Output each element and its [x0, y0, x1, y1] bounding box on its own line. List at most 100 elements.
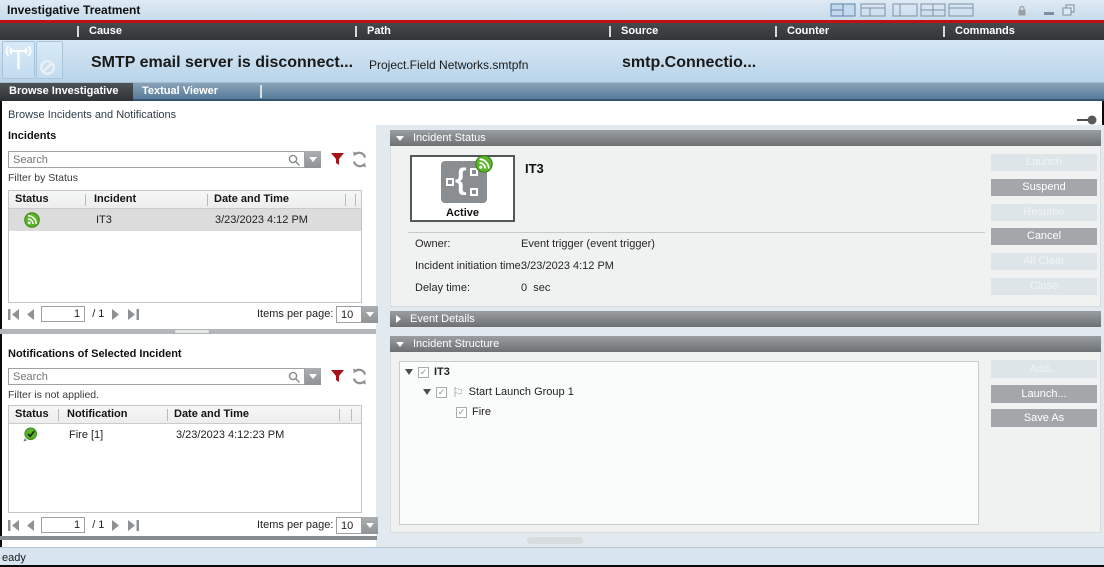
notifications-table-header: Status Notification Date and Time	[9, 406, 361, 424]
title-bar: Investigative Treatment	[0, 0, 1104, 20]
notifications-items-per-page-dropdown[interactable]	[362, 517, 378, 534]
layout-quad-icon[interactable]	[920, 3, 946, 17]
tree-row-group[interactable]: ✓ ⚐ Start Launch Group 1	[423, 385, 574, 399]
divider	[408, 232, 985, 233]
tree-expander-icon[interactable]	[405, 369, 413, 375]
blocked-state-button[interactable]	[36, 41, 63, 79]
all-clear-button[interactable]: All Clear	[991, 253, 1097, 270]
column-counter: Counter	[787, 25, 829, 37]
initiation-time-value: 3/23/2023 4:12 PM	[521, 260, 614, 272]
column-separator	[943, 26, 945, 37]
incidents-page-input[interactable]	[41, 306, 85, 322]
collapse-icon	[396, 136, 404, 141]
tree-expander-icon[interactable]	[423, 389, 431, 395]
last-page-icon[interactable]	[127, 520, 139, 531]
incident-status-header-label: Incident Status	[413, 132, 486, 144]
splitter-grip[interactable]	[175, 330, 209, 333]
panel-splitter[interactable]	[0, 329, 376, 334]
first-page-icon[interactable]	[8, 309, 20, 320]
breadcrumb: Browse Incidents and Notifications	[8, 109, 176, 121]
incidents-items-per-page-dropdown[interactable]	[362, 306, 378, 323]
cancel-button[interactable]: Cancel	[991, 228, 1097, 245]
incidents-search-dropdown-button[interactable]	[305, 151, 321, 168]
header-separator	[207, 194, 208, 206]
tab-bar: Browse Investigative Textual Viewer	[0, 83, 1104, 101]
save-as-button[interactable]: Save As	[991, 409, 1097, 427]
launch-button[interactable]: Launch	[991, 154, 1097, 171]
incidents-items-per-page-value[interactable]: 10	[336, 306, 362, 323]
resume-button[interactable]: Resume	[991, 204, 1097, 221]
incidents-pager: / 1 Items per page: 10	[8, 306, 376, 323]
header-separator	[351, 409, 352, 421]
incident-type-button[interactable]	[2, 41, 35, 79]
status-text: eady	[2, 552, 26, 564]
header-separator	[58, 409, 59, 421]
incidents-search-input[interactable]	[9, 152, 304, 167]
tab-textual-viewer[interactable]: Textual Viewer	[133, 83, 228, 101]
notifications-col-status[interactable]: Status	[15, 408, 49, 420]
notifications-items-per-page-value[interactable]: 10	[336, 517, 362, 534]
prev-page-icon[interactable]	[26, 520, 35, 531]
incident-state-label: Active	[412, 207, 513, 219]
prev-page-icon[interactable]	[26, 309, 35, 320]
blocked-icon	[39, 59, 56, 76]
tree-checkbox[interactable]: ✓	[456, 407, 467, 418]
next-page-icon[interactable]	[111, 520, 120, 531]
incidents-col-incident[interactable]: Incident	[94, 193, 136, 205]
tree-checkbox[interactable]: ✓	[418, 367, 429, 378]
tree-row-incident[interactable]: ✓ IT3	[405, 365, 450, 379]
minimize-icon[interactable]	[1044, 12, 1054, 15]
incident-name-cell: IT3	[96, 214, 112, 226]
close-button[interactable]: Close	[991, 278, 1097, 295]
next-page-icon[interactable]	[111, 309, 120, 320]
launch-dialog-button[interactable]: Launch...	[991, 385, 1097, 403]
notifications-col-datetime[interactable]: Date and Time	[174, 408, 249, 420]
expand-icon	[396, 315, 401, 323]
incidents-page-total: / 1	[92, 308, 104, 320]
add-button[interactable]: Add...	[991, 360, 1097, 378]
incidents-col-status[interactable]: Status	[15, 193, 49, 205]
header-separator	[85, 194, 86, 206]
antenna-icon	[3, 42, 34, 76]
notifications-refresh-icon[interactable]	[351, 368, 368, 385]
column-separator	[77, 26, 79, 37]
restore-icon[interactable]	[1062, 4, 1075, 16]
tree-checkbox[interactable]: ✓	[436, 387, 447, 398]
first-page-icon[interactable]	[8, 520, 20, 531]
suspend-button[interactable]: Suspend	[991, 179, 1097, 196]
incident-structure-header[interactable]: Incident Structure	[390, 336, 1101, 352]
notifications-search-dropdown-button[interactable]	[305, 368, 321, 385]
collapse-icon	[396, 342, 404, 347]
scrollbar-grip[interactable]	[527, 537, 583, 544]
notifications-col-notification[interactable]: Notification	[67, 408, 128, 420]
incident-state-box: { Active	[410, 155, 515, 222]
brace-glyph: {	[455, 163, 467, 197]
column-separator	[775, 26, 777, 37]
incidents-refresh-icon[interactable]	[351, 151, 368, 168]
incident-status-header[interactable]: Incident Status	[390, 130, 1101, 146]
notifications-filter-icon[interactable]	[331, 370, 345, 383]
banner-source: smtp.Connectio...	[622, 54, 756, 72]
tree-label: IT3	[434, 366, 450, 378]
event-details-header[interactable]: Event Details	[390, 311, 1101, 327]
tree-row-notification[interactable]: ✓ Fire	[456, 405, 491, 419]
tab-browse-investigative[interactable]: Browse Investigative	[0, 83, 133, 101]
incident-row[interactable]: IT3 3/23/2023 4:12 PM	[9, 209, 361, 231]
incidents-col-datetime[interactable]: Date and Time	[214, 193, 289, 205]
notifications-filter-note: Filter is not applied.	[8, 389, 99, 401]
delay-time-label: Delay time:	[415, 282, 470, 294]
header-separator	[355, 194, 356, 206]
layout-single-icon[interactable]	[948, 3, 974, 17]
last-page-icon[interactable]	[127, 309, 139, 320]
incidents-search-box	[8, 151, 305, 168]
incidents-filter-icon[interactable]	[331, 153, 345, 166]
layout-grid-icon[interactable]	[830, 3, 856, 17]
chevron-down-icon	[309, 157, 317, 162]
notifications-search-input[interactable]	[9, 369, 304, 384]
pin-handle-icon[interactable]	[1077, 115, 1097, 125]
layout-left-column-icon[interactable]	[892, 3, 918, 17]
layout-top-split-icon[interactable]	[860, 3, 886, 17]
notification-row[interactable]: Fire [1] 3/23/2023 4:12:23 PM	[9, 424, 361, 446]
notifications-page-input[interactable]	[41, 517, 85, 533]
notification-done-icon	[22, 427, 38, 443]
